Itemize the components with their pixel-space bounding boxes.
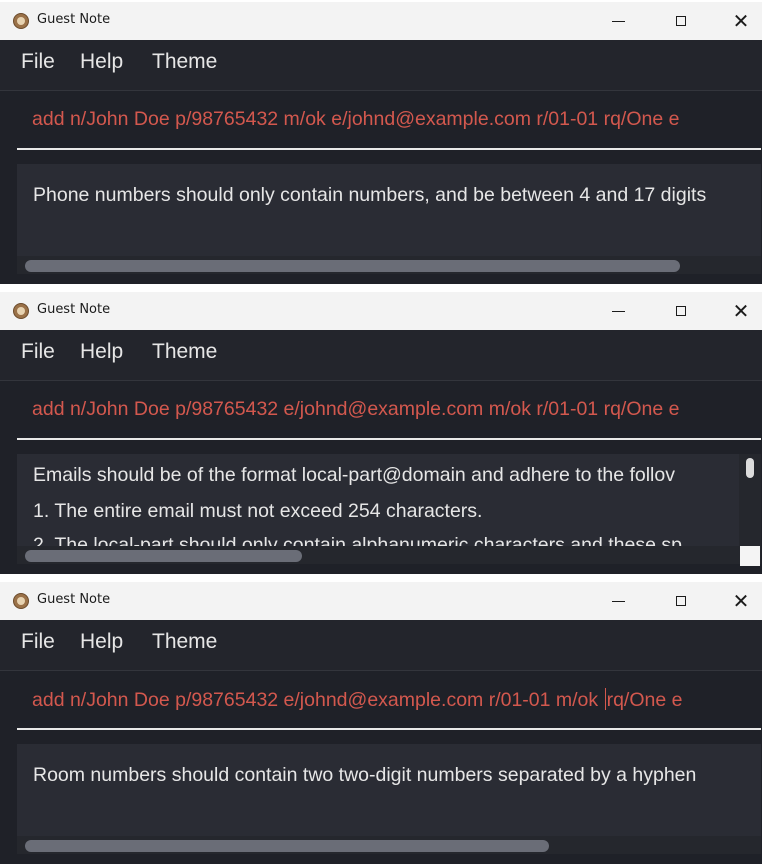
menu-theme[interactable]: Theme [152, 340, 217, 364]
result-line: Phone numbers should only contain number… [33, 184, 707, 206]
close-icon: ✕ [732, 299, 750, 323]
command-text: add n/John Doe p/98765432 e/johnd@exampl… [32, 398, 680, 420]
close-icon: ✕ [732, 589, 750, 613]
close-button[interactable]: ✕ [718, 582, 762, 620]
horizontal-scrollbar[interactable] [17, 836, 761, 854]
menu-help[interactable]: Help [80, 630, 123, 654]
minimize-button[interactable] [596, 582, 642, 620]
minimize-button[interactable] [596, 292, 642, 330]
maximize-button[interactable] [659, 2, 705, 40]
horizontal-scrollbar[interactable] [17, 256, 761, 274]
minimize-icon [612, 601, 625, 602]
scrollbar-thumb[interactable] [25, 550, 302, 562]
app-logo-icon [13, 13, 29, 29]
scrollbar-thumb[interactable] [25, 840, 549, 852]
window-title: Guest Note [37, 302, 111, 317]
minimize-icon [612, 311, 625, 312]
result-display: Phone numbers should only contain number… [17, 164, 761, 256]
close-button[interactable]: ✕ [718, 2, 762, 40]
scrollbar-corner [740, 546, 760, 566]
maximize-icon [676, 596, 686, 606]
result-line: 1. The entire email must not exceed 254 … [33, 500, 483, 522]
title-bar: Guest Note ✕ [0, 582, 762, 620]
result-display: Emails should be of the format local-par… [17, 454, 761, 546]
window-panel-1: Guest Note ✕ File Help Theme add n/John … [0, 2, 762, 284]
maximize-button[interactable] [659, 292, 705, 330]
maximize-icon [676, 16, 686, 26]
window-title: Guest Note [37, 12, 111, 27]
minimize-button[interactable] [596, 2, 642, 40]
menu-help[interactable]: Help [80, 50, 123, 74]
command-input[interactable]: add n/John Doe p/98765432 e/johnd@exampl… [17, 676, 761, 730]
command-text: add n/John Doe p/98765432 m/ok e/johnd@e… [32, 108, 680, 130]
menu-file[interactable]: File [21, 50, 55, 74]
vertical-scrollbar[interactable] [739, 454, 761, 546]
result-line: Emails should be of the format local-par… [33, 464, 675, 486]
app-logo-icon [13, 593, 29, 609]
menu-file[interactable]: File [21, 340, 55, 364]
result-line: Room numbers should contain two two-digi… [33, 764, 697, 786]
command-input[interactable]: add n/John Doe p/98765432 m/ok e/johnd@e… [17, 96, 761, 150]
command-input[interactable]: add n/John Doe p/98765432 e/johnd@exampl… [17, 386, 761, 440]
scrollbar-thumb[interactable] [25, 260, 680, 272]
menu-file[interactable]: File [21, 630, 55, 654]
menu-bar: File Help Theme [0, 40, 762, 91]
window-panel-2: Guest Note ✕ File Help Theme add n/John … [0, 292, 762, 574]
menu-theme[interactable]: Theme [152, 630, 217, 654]
title-bar: Guest Note ✕ [0, 2, 762, 40]
close-button[interactable]: ✕ [718, 292, 762, 330]
menu-bar: File Help Theme [0, 620, 762, 671]
horizontal-scrollbar[interactable] [17, 546, 761, 564]
menu-bar: File Help Theme [0, 330, 762, 381]
scrollbar-thumb[interactable] [746, 458, 754, 478]
command-text-after-caret: rq/One e [606, 689, 683, 711]
menu-theme[interactable]: Theme [152, 50, 217, 74]
title-bar: Guest Note ✕ [0, 292, 762, 330]
app-logo-icon [13, 303, 29, 319]
window-title: Guest Note [37, 592, 111, 607]
window-panel-3: Guest Note ✕ File Help Theme add n/John … [0, 582, 762, 864]
minimize-icon [612, 21, 625, 22]
close-icon: ✕ [732, 9, 750, 33]
result-display: Room numbers should contain two two-digi… [17, 744, 761, 836]
menu-help[interactable]: Help [80, 340, 123, 364]
result-line: 2. The local-part should only contain al… [33, 534, 682, 546]
maximize-button[interactable] [659, 582, 705, 620]
command-text: add n/John Doe p/98765432 e/johnd@exampl… [32, 688, 682, 712]
text-caret [604, 688, 606, 710]
command-text-before-caret: add n/John Doe p/98765432 e/johnd@exampl… [32, 689, 604, 711]
maximize-icon [676, 306, 686, 316]
